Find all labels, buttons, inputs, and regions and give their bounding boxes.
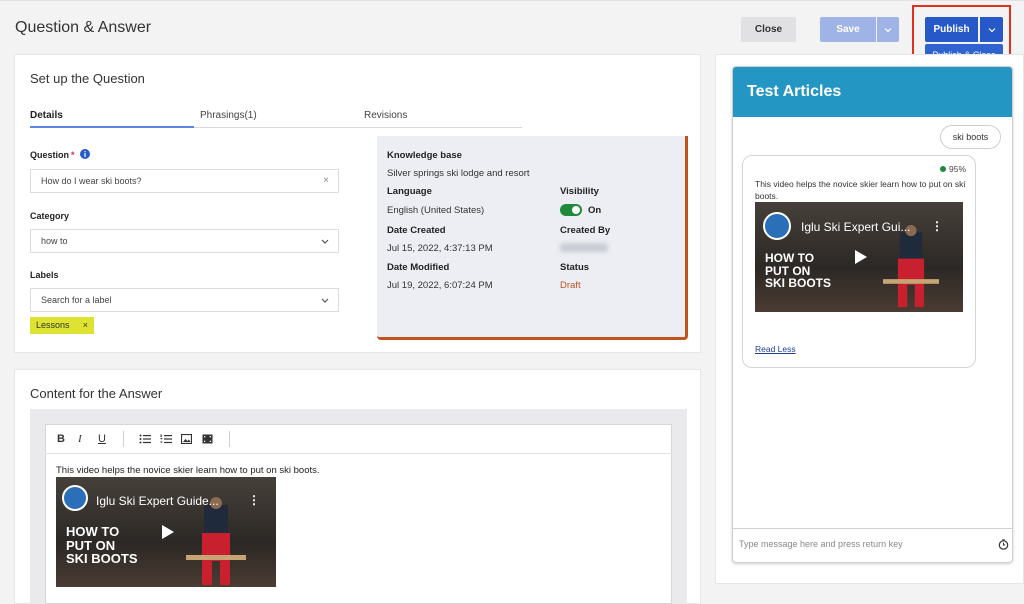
created-by-value-redacted — [560, 243, 608, 252]
date-modified-label: Date Modified — [387, 262, 450, 273]
editor-body-text: This video helps the novice skier learn … — [56, 465, 320, 476]
video-menu-icon[interactable]: ⋮ — [248, 493, 260, 507]
info-icon[interactable] — [80, 149, 91, 159]
confidence-score: 95% — [940, 164, 966, 174]
video-icon[interactable] — [202, 434, 213, 444]
play-icon[interactable] — [855, 250, 867, 264]
play-icon[interactable] — [162, 525, 174, 539]
chat-title: Test Articles — [747, 83, 842, 100]
video-caption-line: HOW TO — [66, 524, 120, 539]
label-search-select[interactable]: Search for a label — [30, 288, 339, 312]
channel-logo — [62, 485, 88, 511]
toolbar-divider — [123, 431, 124, 447]
required-marker: * — [71, 150, 75, 160]
page-title: Question & Answer — [15, 19, 152, 36]
chevron-down-icon — [884, 27, 892, 32]
clock-icon[interactable] — [998, 539, 1009, 550]
kb-label: Knowledge base — [387, 150, 462, 161]
language-label: Language — [387, 186, 432, 197]
date-created-label: Date Created — [387, 225, 446, 236]
clear-icon[interactable]: × — [323, 170, 329, 192]
chevron-down-icon — [321, 298, 329, 303]
chat-video-embed[interactable]: Iglu Ski Expert Gui... ⋮ HOW TO PUT ON S… — [755, 202, 963, 312]
label-search-placeholder: Search for a label — [41, 295, 112, 305]
category-select-value: how to — [41, 236, 68, 246]
labels-label: Labels — [30, 270, 59, 280]
score-dot-icon — [940, 166, 946, 172]
user-message-bubble: ski boots — [940, 125, 1001, 149]
close-button[interactable]: Close — [741, 17, 796, 42]
label-chip-lessons: Lessons × — [30, 317, 94, 334]
tab-details[interactable]: Details — [30, 110, 63, 121]
editor-video-embed[interactable]: Iglu Ski Expert Guide... ⋮ HOW TO PUT ON… — [56, 477, 276, 587]
bullet-list-icon[interactable] — [139, 434, 151, 444]
video-caption-line: HOW TO — [765, 251, 815, 265]
read-less-link[interactable]: Read Less — [755, 344, 796, 354]
save-options-button[interactable] — [877, 17, 899, 42]
language-value: English (United States) — [387, 205, 485, 216]
image-icon[interactable] — [181, 434, 192, 444]
save-button[interactable]: Save — [820, 17, 876, 42]
status-label: Status — [560, 262, 590, 273]
tab-divider — [194, 127, 522, 128]
question-input-value: How do I wear ski boots? — [41, 176, 142, 186]
date-created-value: Jul 15, 2022, 4:37:13 PM — [387, 243, 493, 254]
visibility-value: On — [588, 205, 602, 216]
video-caption-line: SKI BOOTS — [765, 276, 832, 291]
status-value: Draft — [560, 280, 581, 291]
channel-logo — [763, 212, 791, 240]
visibility-label: Visibility — [560, 186, 599, 197]
underline-button[interactable]: U — [98, 433, 106, 445]
chat-input-divider — [732, 528, 1013, 529]
tab-phrasings[interactable]: Phrasings(1) — [200, 110, 257, 121]
category-label: Category — [30, 211, 70, 221]
article-info-panel — [377, 136, 688, 340]
italic-button[interactable]: I — [78, 433, 82, 445]
skier-figure — [186, 497, 246, 585]
bold-button[interactable]: B — [57, 433, 65, 445]
chevron-down-icon — [321, 239, 329, 244]
remove-label-icon[interactable]: × — [83, 317, 88, 334]
chat-message-input[interactable]: Type message here and press return key — [739, 539, 903, 549]
category-select[interactable]: how to — [30, 229, 339, 253]
video-menu-icon[interactable]: ⋮ — [931, 219, 943, 233]
bot-response-text: This video helps the novice skier learn … — [755, 179, 966, 201]
kb-value: Silver springs ski lodge and resort — [387, 168, 530, 179]
publish-options-button[interactable] — [980, 17, 1003, 42]
video-caption: HOW TO PUT ON SKI BOOTS — [765, 252, 831, 290]
question-input[interactable]: How do I wear ski boots? × — [30, 169, 339, 193]
video-caption: HOW TO PUT ON SKI BOOTS — [66, 525, 138, 566]
video-caption-line: SKI BOOTS — [66, 551, 138, 567]
numbered-list-icon[interactable] — [160, 434, 172, 444]
video-caption-line: PUT ON — [66, 537, 116, 553]
chevron-down-icon — [988, 27, 995, 32]
skier-figure — [883, 225, 939, 308]
tab-revisions[interactable]: Revisions — [364, 110, 407, 121]
created-by-label: Created By — [560, 225, 611, 236]
question-label-text: Question — [30, 150, 70, 160]
video-title: Iglu Ski Expert Gui... — [801, 220, 911, 234]
answer-section-title: Content for the Answer — [30, 386, 163, 401]
active-tab-indicator — [30, 126, 194, 128]
visibility-toggle[interactable] — [560, 204, 582, 216]
video-title: Iglu Ski Expert Guide... — [96, 494, 219, 508]
toolbar-divider — [229, 431, 230, 447]
chat-header: Test Articles — [733, 67, 1012, 117]
publish-button[interactable]: Publish — [925, 17, 978, 42]
label-chip-text: Lessons — [36, 320, 70, 330]
confidence-score-value: 95% — [949, 164, 967, 174]
setup-section-title: Set up the Question — [30, 71, 145, 86]
date-modified-value: Jul 19, 2022, 6:07:24 PM — [387, 280, 493, 291]
question-label: Question * — [30, 149, 91, 160]
